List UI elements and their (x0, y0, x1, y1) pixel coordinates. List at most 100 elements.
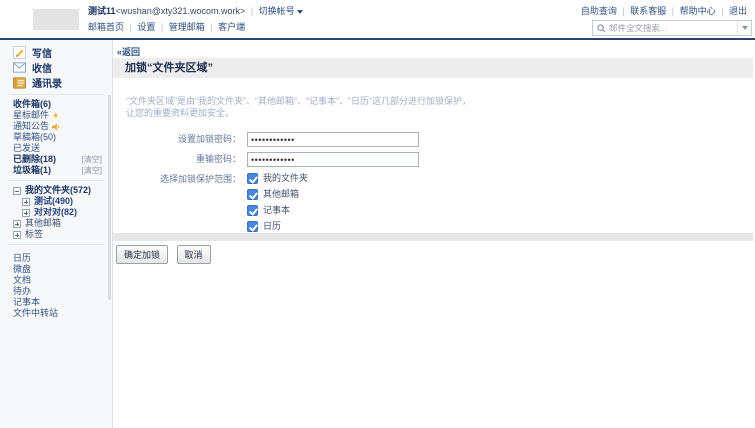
compose-pencil-icon (13, 46, 26, 59)
top-header: 测试11<wushan@xty321.wocom.work> | 切换帐号 邮箱… (0, 0, 755, 40)
nav-manage-mailbox-link[interactable]: 管理邮箱 (169, 22, 205, 32)
checkbox-other-mailboxes[interactable]: 其他邮箱 (247, 188, 308, 201)
chevron-down-icon (297, 10, 303, 14)
tree-label: 我的文件夹(572) (25, 185, 91, 196)
star-icon (49, 110, 59, 121)
folder-announcements[interactable]: 通知公告 (0, 121, 112, 132)
separator: | (130, 22, 132, 32)
checkbox-checked-icon[interactable] (247, 205, 258, 216)
folder-label: 已发送 (13, 143, 40, 154)
search-scope-dropdown[interactable] (737, 21, 751, 35)
main-content: «返回 加锁“文件夹区域” “文件夹区域”是由“我的文件夹”、“其他邮箱”、“记… (113, 40, 755, 428)
checkbox-checked-icon[interactable] (247, 189, 258, 200)
sidebar-item-calendar[interactable]: 日历 (0, 253, 112, 264)
folder-label: 通知公告 (13, 121, 49, 132)
nav-settings-link[interactable]: 设置 (137, 22, 155, 32)
divider (8, 244, 104, 245)
separator: | (622, 6, 624, 16)
help-center-link[interactable]: 帮助中心 (680, 6, 716, 16)
folder-sent[interactable]: 已发送 (0, 143, 112, 154)
nav-client-link[interactable]: 客户端 (218, 22, 245, 32)
folder-starred[interactable]: 星标邮件 (0, 110, 112, 121)
contacts-book-icon (13, 77, 26, 89)
app-label: 待办 (13, 286, 31, 296)
check-mail-button[interactable]: 收信 (0, 60, 112, 75)
sidebar-item-file-transfer[interactable]: 文件中转站 (0, 308, 112, 319)
folder-label: 收件箱(6) (13, 99, 51, 110)
chevron-down-icon (742, 26, 748, 30)
back-link[interactable]: «返回 (117, 45, 140, 58)
password-label: 设置加锁密码： (113, 132, 247, 147)
tree-my-folders[interactable]: 我的文件夹(572) (0, 185, 112, 196)
tree-tags[interactable]: 标签 (0, 229, 112, 240)
confirm-password-label: 重输密码： (113, 152, 247, 167)
folder-label: 星标邮件 (13, 110, 49, 121)
tree-folder-test[interactable]: 测试(490) (0, 196, 112, 207)
confirm-password-input[interactable] (247, 152, 419, 167)
check-mail-label: 收信 (32, 60, 52, 75)
top-right-links: 自助查询 | 联系客服 | 帮助中心 | 退出 (581, 4, 747, 17)
folder-label: 草稿箱(50) (13, 132, 56, 143)
collapse-icon[interactable] (13, 187, 21, 195)
cancel-button[interactable]: 取消 (177, 245, 211, 264)
sidebar-item-weipan[interactable]: 微盘 (0, 264, 112, 275)
empty-deleted-link[interactable]: [清空] (82, 154, 102, 165)
checkbox-label: 我的文件夹 (263, 172, 308, 185)
tree-label: 对对对(82) (34, 207, 77, 218)
contact-support-link[interactable]: 联系客服 (630, 6, 666, 16)
expand-icon[interactable] (13, 231, 21, 239)
separator: | (251, 6, 253, 16)
compose-label: 写信 (32, 45, 52, 60)
logo-placeholder (33, 9, 79, 30)
logout-link[interactable]: 退出 (729, 6, 747, 16)
tree-folder-duiduidui[interactable]: 对对对(82) (0, 207, 112, 218)
main-layout: 写信 收信 通讯录 收件箱(6) 星标邮件 通知公告 (0, 40, 755, 428)
checkbox-checked-icon[interactable] (247, 221, 258, 232)
folder-spam[interactable]: 垃圾箱(1) [清空] (0, 165, 112, 176)
separator: | (721, 6, 723, 16)
folder-inbox[interactable]: 收件箱(6) (0, 99, 112, 110)
checkbox-checked-icon[interactable] (247, 173, 258, 184)
sidebar: 写信 收信 通讯录 收件箱(6) 星标邮件 通知公告 (0, 40, 113, 428)
folder-drafts[interactable]: 草稿箱(50) (0, 132, 112, 143)
search-box[interactable] (592, 20, 752, 36)
expand-icon[interactable] (22, 209, 30, 217)
sidebar-item-todo[interactable]: 待办 (0, 286, 112, 297)
sidebar-scrollbar[interactable] (108, 95, 111, 300)
separator: | (672, 6, 674, 16)
mail-envelope-icon (13, 62, 26, 73)
confirm-lock-button[interactable]: 确定加锁 (116, 245, 168, 264)
self-service-link[interactable]: 自助查询 (581, 6, 617, 16)
expand-icon[interactable] (22, 198, 30, 206)
contacts-label: 通讯录 (32, 75, 62, 90)
folder-label: 垃圾箱(1) (13, 165, 51, 176)
app-label: 文档 (13, 275, 31, 285)
folder-deleted[interactable]: 已删除(18) [清空] (0, 154, 112, 165)
sidebar-item-documents[interactable]: 文档 (0, 275, 112, 286)
account-info: 测试11<wushan@xty321.wocom.work> | 切换帐号 邮箱… (88, 4, 303, 33)
contacts-button[interactable]: 通讯录 (0, 75, 112, 90)
switch-account-link[interactable]: 切换帐号 (259, 6, 295, 16)
webmail-app: 测试11<wushan@xty321.wocom.work> | 切换帐号 邮箱… (0, 0, 755, 428)
nav-mail-home-link[interactable]: 邮箱首页 (88, 22, 124, 32)
folder-label: 已删除(18) (13, 154, 56, 165)
checkbox-calendar[interactable]: 日历 (247, 220, 308, 233)
checkbox-notepad[interactable]: 记事本 (247, 204, 308, 217)
lock-password-input[interactable] (247, 132, 419, 147)
search-icon (597, 24, 606, 33)
empty-spam-link[interactable]: [清空] (82, 165, 102, 176)
divider (8, 94, 104, 95)
checkbox-label: 记事本 (263, 204, 290, 217)
speaker-icon (52, 123, 60, 131)
tree-other-mailboxes[interactable]: 其他邮箱 (0, 218, 112, 229)
account-address: <wushan@xty321.wocom.work> (116, 6, 246, 16)
divider (8, 180, 104, 181)
page-title: 加锁“文件夹区域” (113, 58, 753, 78)
compose-button[interactable]: 写信 (0, 45, 112, 60)
sidebar-item-notepad[interactable]: 记事本 (0, 297, 112, 308)
search-input[interactable] (609, 23, 737, 33)
expand-icon[interactable] (13, 220, 21, 228)
checkbox-my-folders[interactable]: 我的文件夹 (247, 172, 308, 185)
form-actions: 确定加锁 取消 (116, 245, 217, 264)
protect-range-label: 选择加锁保护范围： (113, 172, 247, 236)
